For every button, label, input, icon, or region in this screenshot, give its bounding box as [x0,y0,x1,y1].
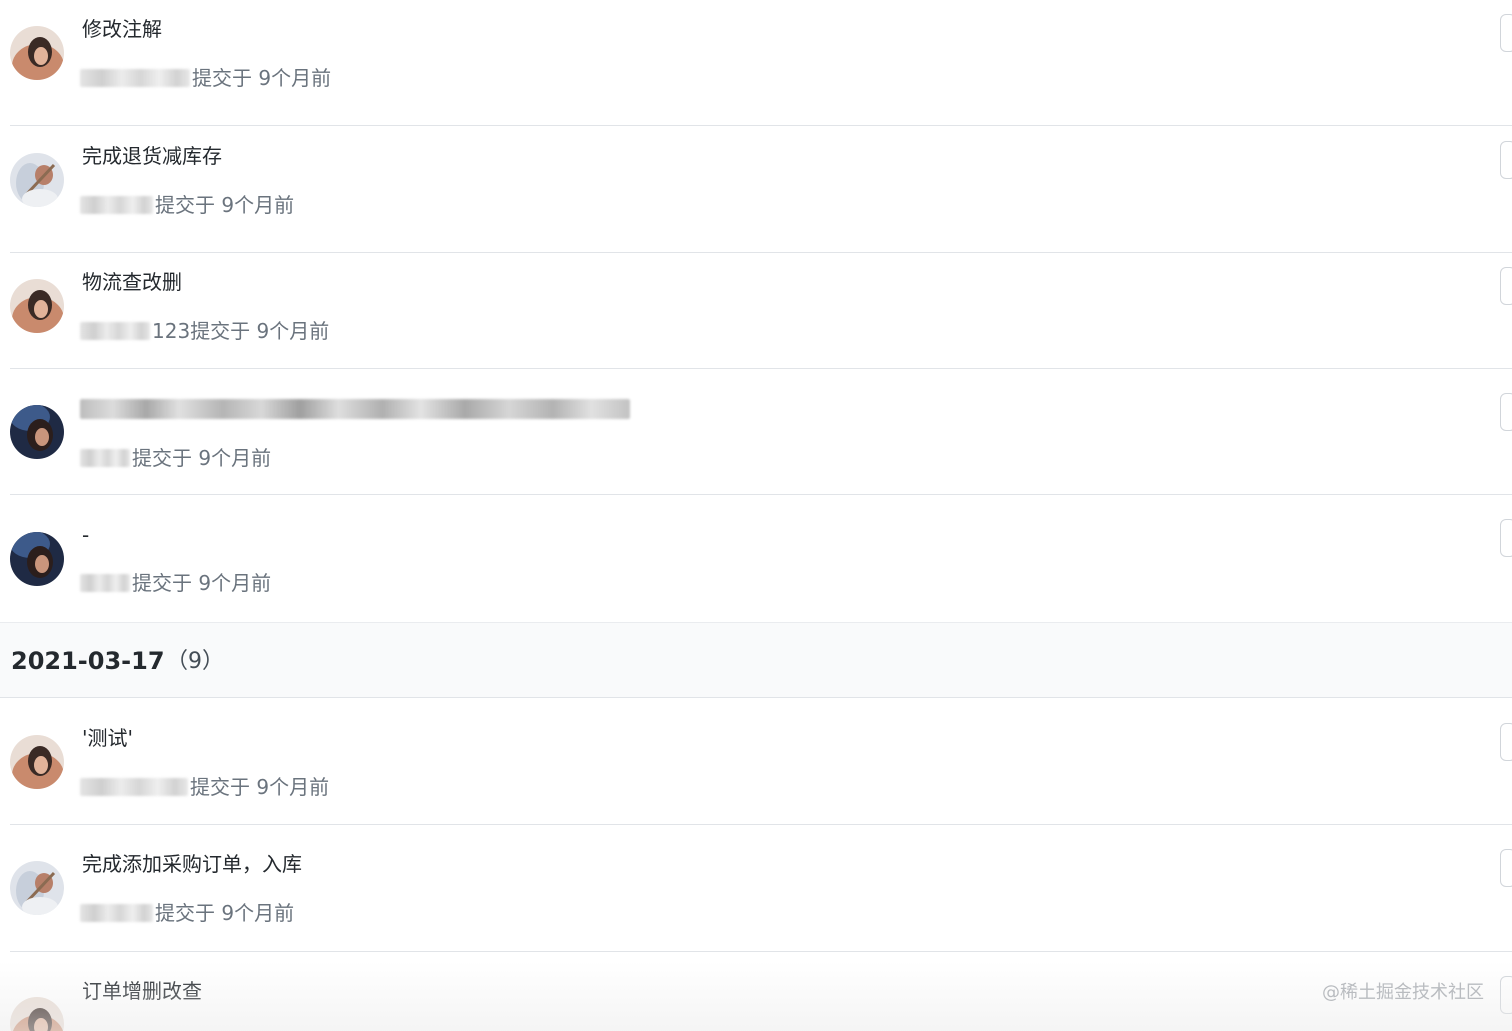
commit-row[interactable]: 完成添加采购订单，入库 提交于 9个月前 [0,826,1512,952]
copy-button[interactable] [1500,141,1512,179]
author-name-blurred[interactable] [80,449,130,467]
author-name-blurred[interactable] [80,69,190,87]
avatar[interactable] [10,861,64,915]
commit-row[interactable]: 修改注解 提交于 9个月前 [0,0,1512,126]
commit-time: 提交于 9个月前 [192,66,332,90]
divider [10,824,1512,825]
commit-row[interactable]: 物流查改删 123 提交于 9个月前 [0,243,1512,369]
author-name-blurred[interactable] [80,322,150,340]
commit-count: （9） [166,649,224,674]
commit-title[interactable]: 修改注解 [82,16,162,42]
divider [10,951,1512,952]
commit-meta: 123 提交于 9个月前 [80,318,329,344]
commit-title[interactable]: 物流查改删 [82,269,182,295]
commit-time: 提交于 9个月前 [190,775,330,799]
copy-button[interactable] [1500,267,1512,305]
copy-button[interactable] [1500,519,1512,557]
avatar[interactable] [10,279,64,333]
commit-meta: 提交于 9个月前 [80,570,271,596]
author-name-blurred[interactable] [80,574,130,592]
commit-row[interactable]: 提交于 9个月前 [0,369,1512,495]
commit-row[interactable]: - 提交于 9个月前 [0,495,1512,621]
copy-button[interactable] [1500,723,1512,761]
avatar[interactable] [10,997,64,1031]
date-group-header: 2021-03-17 （9） [0,622,1512,698]
commit-time: 提交于 9个月前 [155,901,295,925]
commit-title[interactable]: 订单增删改查 [82,978,202,1004]
commit-row[interactable]: 订单增删改查 [0,953,1512,1031]
commit-meta: 提交于 9个月前 [80,445,271,471]
commit-title[interactable]: 完成添加采购订单，入库 [82,851,302,877]
avatar[interactable] [10,26,64,80]
author-suffix: 123 [152,319,191,343]
commit-title[interactable]: 完成退货减库存 [82,143,222,169]
commit-row[interactable]: 完成退货减库存 提交于 9个月前 [0,127,1512,253]
author-name-blurred[interactable] [80,904,153,922]
commit-title-blurred[interactable] [80,399,630,419]
commit-list: 修改注解 提交于 9个月前 完成退货减库存 提交于 9个月前 物流查改删 123… [0,0,1512,1031]
avatar[interactable] [10,735,64,789]
divider [10,125,1512,126]
date-label: 2021-03-17 [11,647,165,675]
author-name-blurred[interactable] [80,778,188,796]
commit-time: 提交于 9个月前 [132,571,272,595]
commit-meta: 提交于 9个月前 [80,192,294,218]
commit-title[interactable]: - [82,522,89,548]
author-name-blurred[interactable] [80,196,153,214]
commit-time: 提交于 9个月前 [190,319,330,343]
commit-row[interactable]: '测试' 提交于 9个月前 [0,699,1512,825]
watermark: @稀土掘金技术社区 [1322,982,1484,1003]
commit-meta: 提交于 9个月前 [80,774,329,800]
commit-title[interactable]: '测试' [82,725,133,751]
commit-time: 提交于 9个月前 [155,193,295,217]
avatar[interactable] [10,405,64,459]
commit-meta: 提交于 9个月前 [80,65,331,91]
commit-meta: 提交于 9个月前 [80,900,294,926]
commit-time: 提交于 9个月前 [132,446,272,470]
avatar[interactable] [10,532,64,586]
copy-button[interactable] [1500,976,1512,1014]
copy-button[interactable] [1500,393,1512,431]
copy-button[interactable] [1500,14,1512,52]
copy-button[interactable] [1500,849,1512,887]
avatar[interactable] [10,153,64,207]
